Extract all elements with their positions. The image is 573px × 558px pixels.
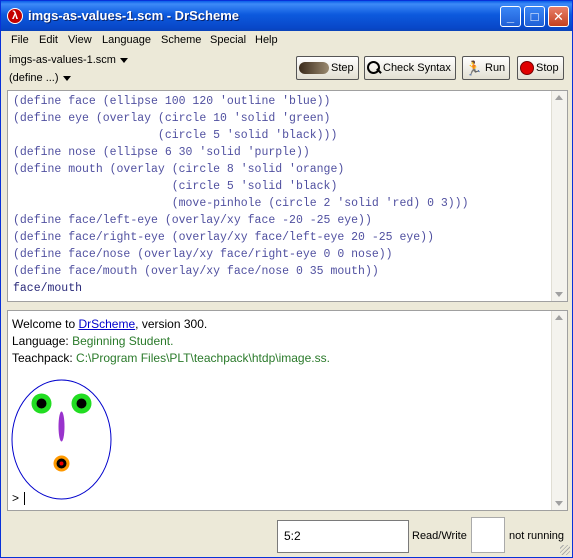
scroll-up-arrow-icon[interactable] — [555, 315, 563, 320]
language-value: Beginning Student. — [72, 334, 174, 348]
language-line: Language: Beginning Student. — [12, 334, 173, 348]
drscheme-link[interactable]: DrScheme — [78, 317, 135, 331]
minimize-button[interactable]: _ — [500, 6, 521, 27]
scroll-up-arrow-icon[interactable] — [555, 95, 563, 100]
run-button[interactable]: 🏃 Run — [462, 56, 511, 80]
close-button[interactable]: ✕ — [548, 6, 569, 27]
prompt-symbol: > — [12, 491, 20, 505]
pane-splitter[interactable] — [1, 302, 572, 310]
code-line[interactable]: (move-pinhole (circle 2 'solid 'red) 0 3… — [13, 195, 469, 212]
definitions-scrollbar[interactable] — [551, 91, 567, 301]
code-line[interactable]: (circle 5 'solid 'black))) — [13, 127, 468, 144]
dropdown-arrow-icon — [119, 57, 128, 63]
right-eye-pupil — [76, 398, 87, 409]
definitions-code[interactable]: (define face (ellipse 100 120 'outline '… — [13, 93, 468, 297]
file-name-popup[interactable]: imgs-as-values-1.scm — [9, 54, 128, 66]
code-line[interactable]: (circle 5 'solid 'black) — [13, 178, 468, 195]
cursor-position: 5:2 — [277, 520, 409, 553]
mouth-pinhole-dot — [59, 461, 64, 466]
language-label: Language: — [12, 334, 73, 348]
menu-edit[interactable]: Edit — [39, 34, 58, 46]
define-popup-label: (define ...) — [9, 72, 59, 84]
step-label: Step — [331, 62, 354, 74]
definitions-editor[interactable]: (define face (ellipse 100 120 'outline '… — [7, 90, 568, 302]
interactions-scrollbar[interactable] — [551, 311, 567, 510]
code-line[interactable]: (define face/nose (overlay/xy face/right… — [13, 246, 468, 263]
title-bar[interactable]: λ imgs-as-values-1.scm - DrScheme _ □ ✕ — [1, 1, 572, 31]
step-button[interactable]: Step — [296, 56, 359, 80]
resize-grip-icon[interactable] — [560, 545, 570, 555]
window-title: imgs-as-values-1.scm - DrScheme — [28, 8, 239, 23]
menu-special[interactable]: Special — [210, 34, 246, 46]
nose-ellipse — [58, 411, 65, 442]
read-write-status: Read/Write — [412, 530, 467, 542]
interactions-pane[interactable]: Welcome to DrScheme, version 300. Langua… — [7, 310, 568, 511]
gc-indicator — [471, 517, 505, 553]
code-line[interactable]: (define face/mouth (overlay/xy face/nose… — [13, 263, 468, 280]
menu-file[interactable]: File — [11, 34, 29, 46]
teachpack-label: Teachpack: — [12, 351, 77, 365]
menu-view[interactable]: View — [68, 34, 92, 46]
welcome-suffix: , version 300. — [135, 317, 208, 331]
toolbar: imgs-as-values-1.scm (define ...) Step C… — [1, 50, 572, 90]
drscheme-lambda-icon: λ — [7, 8, 23, 24]
running-status: not running — [509, 530, 565, 542]
running-man-icon: 🏃 — [465, 60, 483, 77]
welcome-line: Welcome to DrScheme, version 300. — [12, 317, 207, 331]
code-line[interactable]: (define face (ellipse 100 120 'outline '… — [13, 93, 468, 110]
teachpack-value: C:\Program Files\PLT\teachpack\htdp\imag… — [76, 351, 330, 365]
menu-scheme[interactable]: Scheme — [161, 34, 201, 46]
repl-prompt[interactable]: > — [12, 491, 26, 506]
stop-label: Stop — [536, 62, 559, 74]
code-line[interactable]: face/mouth — [13, 280, 468, 297]
maximize-button[interactable]: □ — [524, 6, 545, 27]
teachpack-line: Teachpack: C:\Program Files\PLT\teachpac… — [12, 351, 330, 365]
left-eye-pupil — [36, 398, 47, 409]
menu-help[interactable]: Help — [255, 34, 278, 46]
dropdown-arrow-icon — [62, 75, 71, 81]
text-caret — [24, 492, 26, 506]
magnifier-icon — [367, 61, 381, 75]
run-label: Run — [485, 62, 506, 74]
code-line[interactable]: (define face/right-eye (overlay/xy face/… — [13, 229, 468, 246]
scroll-down-arrow-icon[interactable] — [555, 292, 563, 297]
stop-icon — [520, 61, 534, 76]
drscheme-window: λ imgs-as-values-1.scm - DrScheme _ □ ✕ … — [0, 0, 573, 558]
check-syntax-button[interactable]: Check Syntax — [364, 56, 456, 80]
code-line[interactable]: (define mouth (overlay (circle 8 'solid … — [13, 161, 468, 178]
footprint-icon — [299, 62, 329, 75]
code-line[interactable]: (define face/left-eye (overlay/xy face -… — [13, 212, 468, 229]
define-popup[interactable]: (define ...) — [9, 72, 71, 84]
menu-language[interactable]: Language — [102, 34, 151, 46]
face-image-result — [11, 379, 112, 500]
code-line[interactable]: (define nose (ellipse 6 30 'solid 'purpl… — [13, 144, 468, 161]
status-bar: 5:2 Read/Write not running — [1, 513, 572, 557]
code-line[interactable]: (define eye (overlay (circle 10 'solid '… — [13, 110, 468, 127]
file-name-label: imgs-as-values-1.scm — [9, 54, 116, 66]
stop-button[interactable]: Stop — [517, 56, 564, 80]
scroll-down-arrow-icon[interactable] — [555, 501, 563, 506]
welcome-prefix: Welcome to — [12, 317, 79, 331]
check-syntax-label: Check Syntax — [383, 62, 451, 74]
menu-bar: File Edit View Language Scheme Special H… — [1, 31, 572, 50]
